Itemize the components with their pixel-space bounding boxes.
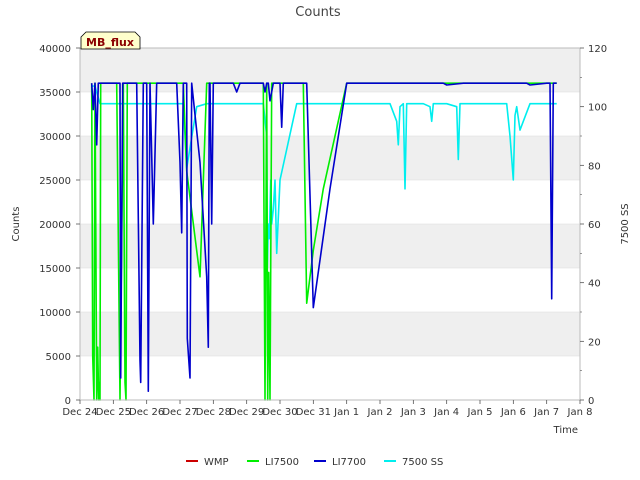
grid-band — [80, 224, 580, 268]
x-tick-label: Dec 27 — [162, 407, 197, 418]
chart-title: Counts — [295, 5, 341, 20]
x-tick-label: Jan 6 — [500, 407, 526, 418]
legend: WMP LI7500 LI7700 7500 SS — [186, 457, 443, 468]
legend-label: 7500 SS — [402, 457, 443, 468]
x-tick-label: Jan 5 — [467, 407, 493, 418]
y-tick-label: 15000 — [39, 264, 71, 275]
y2-tick-label: 40 — [588, 279, 601, 290]
y2-axis-title: 7500 SS — [620, 203, 631, 244]
y-tick-label: 5000 — [46, 352, 71, 363]
y-axis-title: Counts — [11, 207, 22, 242]
x-tick-label: Jan 1 — [333, 407, 359, 418]
y2-tick-label: 80 — [588, 161, 601, 172]
y-tick-label: 30000 — [39, 132, 71, 143]
x-axis-title: Time — [553, 425, 578, 436]
x-tick-label: Dec 31 — [296, 407, 331, 418]
y2-tick-label: 60 — [588, 220, 601, 231]
grid-bands — [80, 47, 580, 401]
y-tick-label: 0 — [65, 396, 71, 407]
y2-tick-label: 100 — [588, 103, 607, 114]
grid-band — [80, 312, 580, 356]
legend-label: WMP — [204, 457, 229, 468]
x-tick-label: Dec 30 — [262, 407, 297, 418]
x-tick-label: Jan 3 — [400, 407, 426, 418]
x-tick-label: Jan 2 — [367, 407, 393, 418]
legend-label: LI7700 — [332, 457, 366, 468]
x-tick-label: Dec 26 — [129, 407, 164, 418]
y-tick-label: 35000 — [39, 88, 71, 99]
badge: MB_flux — [80, 31, 141, 50]
y-tick-label: 10000 — [39, 308, 71, 319]
y2-tick-label: 120 — [588, 44, 607, 55]
y-tick-label: 20000 — [39, 220, 71, 231]
legend-label: LI7500 — [265, 457, 299, 468]
x-tick-label: Dec 24 — [62, 407, 97, 418]
x-tick-label: Dec 25 — [96, 407, 131, 418]
grid-band — [80, 48, 580, 92]
y-axis-left: 0 5000 10000 15000 20000 25000 30000 35000 40000 — [39, 44, 80, 407]
x-tick-label: Dec 29 — [229, 407, 264, 418]
y2-tick-label: 20 — [588, 337, 601, 348]
x-tick-label: Jan 7 — [533, 407, 559, 418]
x-axis: Dec 24Dec 25Dec 26Dec 27Dec 28Dec 29Dec … — [62, 400, 592, 418]
x-tick-label: Jan 4 — [433, 407, 459, 418]
x-tick-label: Dec 28 — [196, 407, 231, 418]
x-tick-label: Jan 8 — [567, 407, 593, 418]
y-axis-right: 0 20 40 60 80 100 120 — [580, 44, 607, 407]
y-tick-label: 25000 — [39, 176, 71, 187]
y-tick-label: 40000 — [39, 44, 71, 55]
chart: Dec 24Dec 25Dec 26Dec 27Dec 28Dec 29Dec … — [11, 5, 631, 468]
y2-tick-label: 0 — [588, 396, 594, 407]
badge-label: MB_flux — [86, 36, 134, 49]
